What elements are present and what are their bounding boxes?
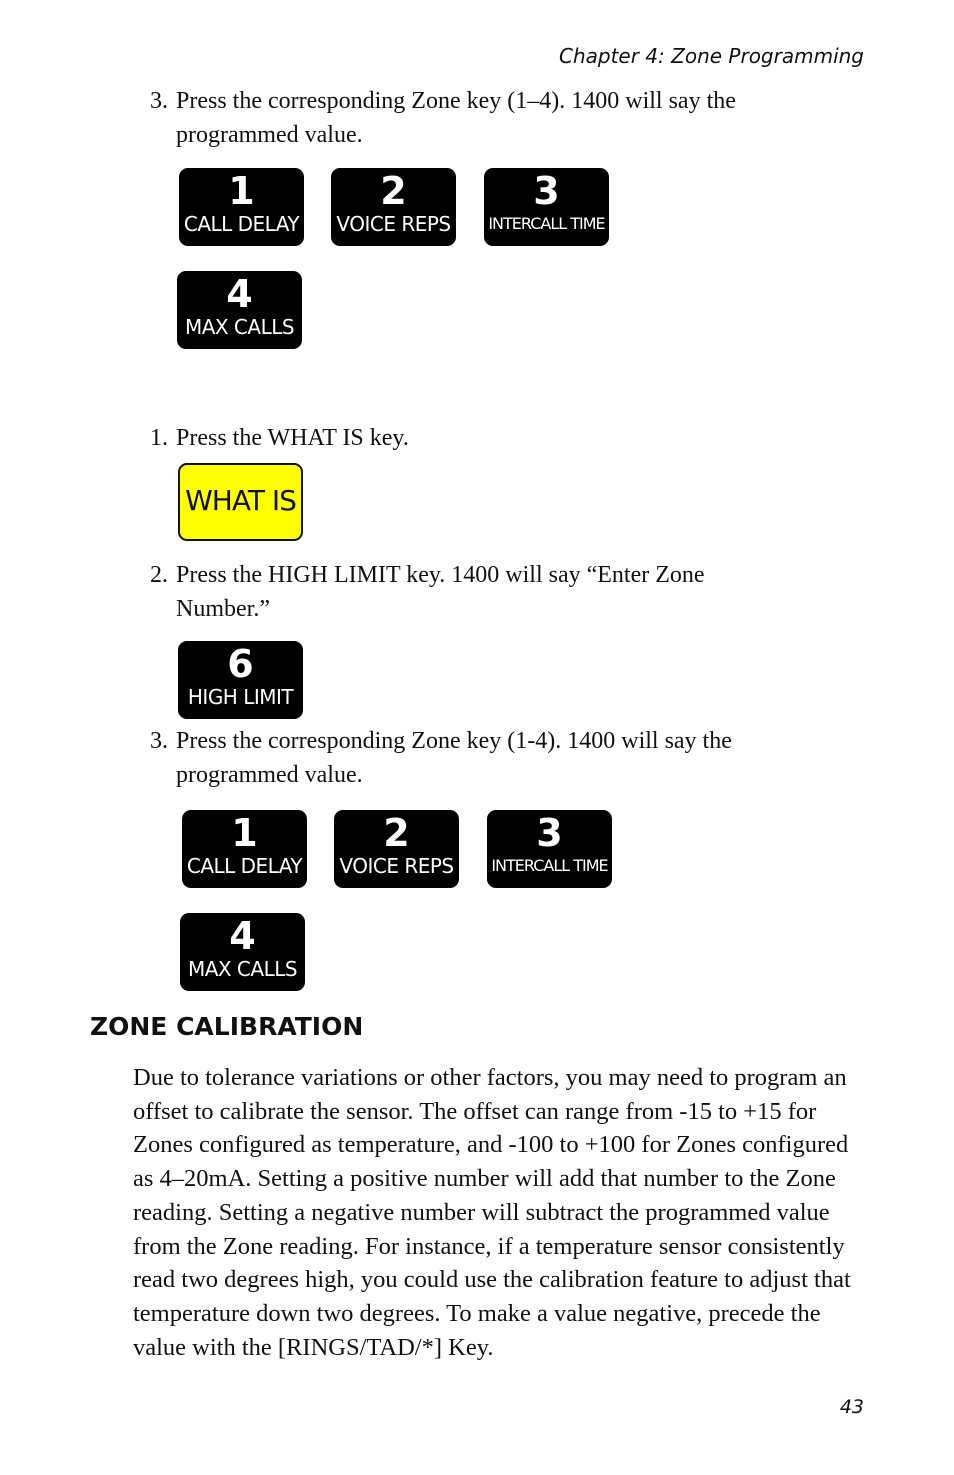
section-title: ZONE CALIBRATION	[90, 1012, 364, 1041]
step-3-instruction-second: 3. Press the corresponding Zone key (1-4)…	[150, 724, 732, 792]
key-digit: 1	[231, 811, 258, 855]
key-1-call-delay: 1 CALL DELAY	[179, 168, 304, 246]
key-digit: 2	[383, 811, 410, 855]
step-text-line1: Press the corresponding Zone key (1-4). …	[176, 728, 732, 754]
key-digit: 3	[536, 811, 563, 855]
key-label: HIGH LIMIT	[187, 685, 294, 709]
step-text-line2: programmed value.	[176, 122, 363, 148]
step-text-line2: programmed value.	[176, 762, 363, 788]
step-text-line1: Press the HIGH LIMIT key. 1400 will say …	[176, 562, 705, 588]
key-digit: 1	[228, 169, 255, 213]
key-digit: 3	[533, 169, 560, 213]
key-digit: 4	[229, 914, 256, 958]
step-1-instruction: 1. Press the WHAT IS key.	[150, 421, 409, 455]
key-what-is: WHAT IS	[178, 463, 303, 541]
key-digit: 2	[380, 169, 407, 213]
step-number: 3.	[150, 88, 168, 114]
key-label: VOICE REPS	[339, 854, 454, 878]
step-text-line1: Press the WHAT IS key.	[176, 425, 409, 451]
key-3-intercall-time: 3 INTERCALL TIME	[484, 168, 609, 246]
key-4-max-calls: 4 MAX CALLS	[177, 271, 302, 349]
step-number: 1.	[150, 425, 168, 451]
step-text-line1: Press the corresponding Zone key (1–4). …	[176, 88, 736, 114]
key-label: INTERCALL TIME	[488, 214, 605, 233]
step-text-line2: Number.”	[176, 596, 270, 622]
key-label: CALL DELAY	[186, 854, 303, 878]
key-1-call-delay: 1 CALL DELAY	[182, 810, 307, 888]
key-label: VOICE REPS	[336, 212, 451, 236]
step-number: 2.	[150, 562, 168, 588]
step-3-instruction: 3. Press the corresponding Zone key (1–4)…	[150, 84, 736, 152]
section-paragraph: Due to tolerance variations or other fac…	[133, 1064, 851, 1361]
key-label: CALL DELAY	[183, 212, 300, 236]
key-label: MAX CALLS	[184, 315, 295, 339]
key-2-voice-reps: 2 VOICE REPS	[331, 168, 456, 246]
key-label: INTERCALL TIME	[491, 856, 608, 875]
key-digit: 6	[227, 642, 254, 686]
key-4-max-calls: 4 MAX CALLS	[180, 913, 305, 991]
key-2-voice-reps: 2 VOICE REPS	[334, 810, 459, 888]
step-2-instruction: 2. Press the HIGH LIMIT key. 1400 will sa…	[150, 558, 705, 626]
key-label: MAX CALLS	[187, 957, 298, 981]
step-number: 3.	[150, 728, 168, 754]
page-number: 43	[839, 1396, 864, 1418]
key-digit: 4	[226, 272, 253, 316]
key-3-intercall-time: 3 INTERCALL TIME	[487, 810, 612, 888]
key-6-high-limit: 6 HIGH LIMIT	[178, 641, 303, 719]
key-label: WHAT IS	[185, 484, 297, 517]
chapter-header: Chapter 4: Zone Programming	[559, 44, 864, 68]
